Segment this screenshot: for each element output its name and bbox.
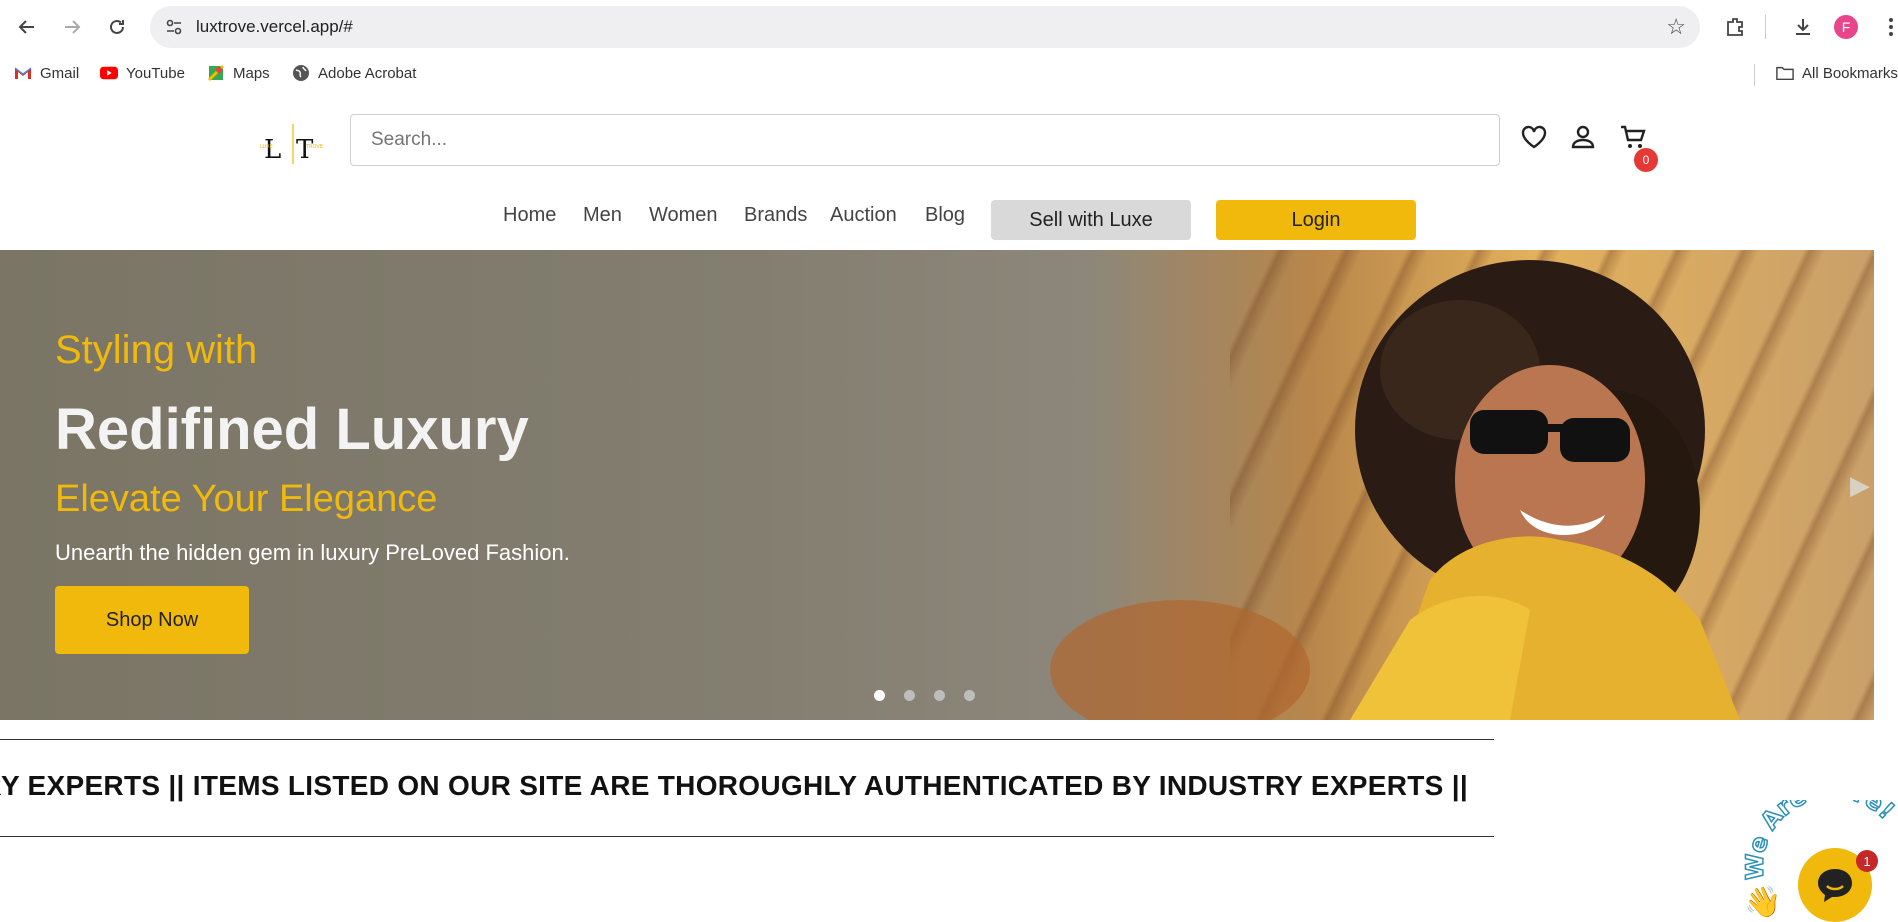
nav-men[interactable]: Men bbox=[583, 204, 622, 227]
svg-text:L: L bbox=[264, 135, 281, 165]
bookmark-label: Gmail bbox=[40, 64, 80, 82]
bookmark-label: Maps bbox=[233, 64, 270, 82]
nav-home[interactable]: Home bbox=[503, 204, 556, 227]
carousel-dot-4[interactable] bbox=[964, 690, 975, 701]
wishlist-heart-icon[interactable] bbox=[1517, 120, 1551, 154]
svg-text:T: T bbox=[296, 135, 314, 165]
site-settings-icon[interactable] bbox=[164, 17, 184, 37]
site-header: L T LUXE TROVE 0 Home Men Women Brands A… bbox=[0, 92, 1898, 250]
address-bar[interactable]: luxtrove.vercel.app/# ☆ bbox=[150, 6, 1700, 48]
carousel-dot-2[interactable] bbox=[904, 690, 915, 701]
hero-subtitle: Styling with bbox=[55, 328, 258, 372]
all-bookmarks-label: All Bookmarks bbox=[1802, 64, 1898, 82]
carousel-dot-1[interactable] bbox=[874, 690, 885, 701]
hero-title: Redifined Luxury bbox=[55, 397, 529, 462]
nav-brands[interactable]: Brands bbox=[744, 204, 807, 227]
bookmark-adobe-acrobat[interactable]: Adobe Acrobat bbox=[292, 64, 416, 82]
toolbar-divider bbox=[1765, 15, 1766, 39]
bookmark-label: Adobe Acrobat bbox=[318, 64, 417, 82]
chat-unread-badge: 1 bbox=[1856, 850, 1878, 872]
bookmark-maps[interactable]: Maps bbox=[207, 64, 270, 82]
menu-icon[interactable] bbox=[1876, 12, 1898, 42]
extensions-icon[interactable] bbox=[1720, 12, 1750, 42]
gmail-icon bbox=[14, 64, 32, 82]
nav-women[interactable]: Women bbox=[649, 204, 718, 227]
bookmark-star-icon[interactable]: ☆ bbox=[1666, 14, 1686, 40]
cart-count-badge: 0 bbox=[1634, 148, 1658, 172]
carousel-dot-3[interactable] bbox=[934, 690, 945, 701]
maps-icon bbox=[207, 64, 225, 82]
back-icon[interactable] bbox=[12, 12, 42, 42]
bookmarks-divider bbox=[1754, 64, 1755, 86]
youtube-icon bbox=[100, 64, 118, 82]
marquee-text: RY EXPERTS || ITEMS LISTED ON OUR SITE A… bbox=[0, 770, 1468, 801]
waving-hand-icon: 👋 bbox=[1744, 885, 1781, 920]
profile-avatar[interactable]: F bbox=[1834, 15, 1858, 39]
chat-bubble-icon bbox=[1818, 869, 1852, 902]
browser-toolbar: luxtrove.vercel.app/# ☆ F bbox=[0, 0, 1898, 54]
nav-blog[interactable]: Blog bbox=[925, 204, 965, 227]
globe-icon bbox=[292, 64, 310, 82]
login-button[interactable]: Login bbox=[1216, 200, 1416, 240]
authentication-marquee: RY EXPERTS || ITEMS LISTED ON OUR SITE A… bbox=[0, 739, 1494, 837]
account-user-icon[interactable] bbox=[1566, 120, 1600, 154]
luxtrove-logo[interactable]: L T LUXE TROVE bbox=[258, 122, 328, 166]
chat-widget[interactable]: We Are Here! 👋 1 bbox=[1742, 800, 1898, 922]
search-input[interactable] bbox=[350, 114, 1500, 166]
hero-model-image bbox=[1050, 260, 1740, 720]
url-text: luxtrove.vercel.app/# bbox=[196, 17, 353, 36]
carousel-next-arrow-icon[interactable]: ▶ bbox=[1850, 470, 1870, 501]
bookmark-gmail[interactable]: Gmail bbox=[14, 64, 79, 82]
bookmark-youtube[interactable]: YouTube bbox=[100, 64, 185, 82]
svg-text:TROVE: TROVE bbox=[305, 144, 323, 150]
all-bookmarks[interactable]: All Bookmarks bbox=[1776, 64, 1898, 82]
hero-carousel: Styling with Redifined Luxury Elevate Yo… bbox=[0, 250, 1874, 720]
forward-icon[interactable] bbox=[57, 12, 87, 42]
svg-text:LUXE: LUXE bbox=[260, 144, 273, 150]
hero-tagline: Elevate Your Elegance bbox=[55, 478, 438, 520]
nav-auction[interactable]: Auction bbox=[830, 204, 897, 227]
sell-with-luxe-button[interactable]: Sell with Luxe bbox=[991, 200, 1191, 240]
reload-icon[interactable] bbox=[102, 12, 132, 42]
shop-now-button[interactable]: Shop Now bbox=[55, 586, 249, 654]
folder-icon bbox=[1776, 64, 1794, 82]
bookmark-label: YouTube bbox=[126, 64, 185, 82]
hero-description: Unearth the hidden gem in luxury PreLove… bbox=[55, 540, 570, 565]
bookmarks-bar: Gmail YouTube Maps Adobe Acrobat All Boo… bbox=[0, 56, 1898, 92]
download-icon[interactable] bbox=[1788, 12, 1818, 42]
